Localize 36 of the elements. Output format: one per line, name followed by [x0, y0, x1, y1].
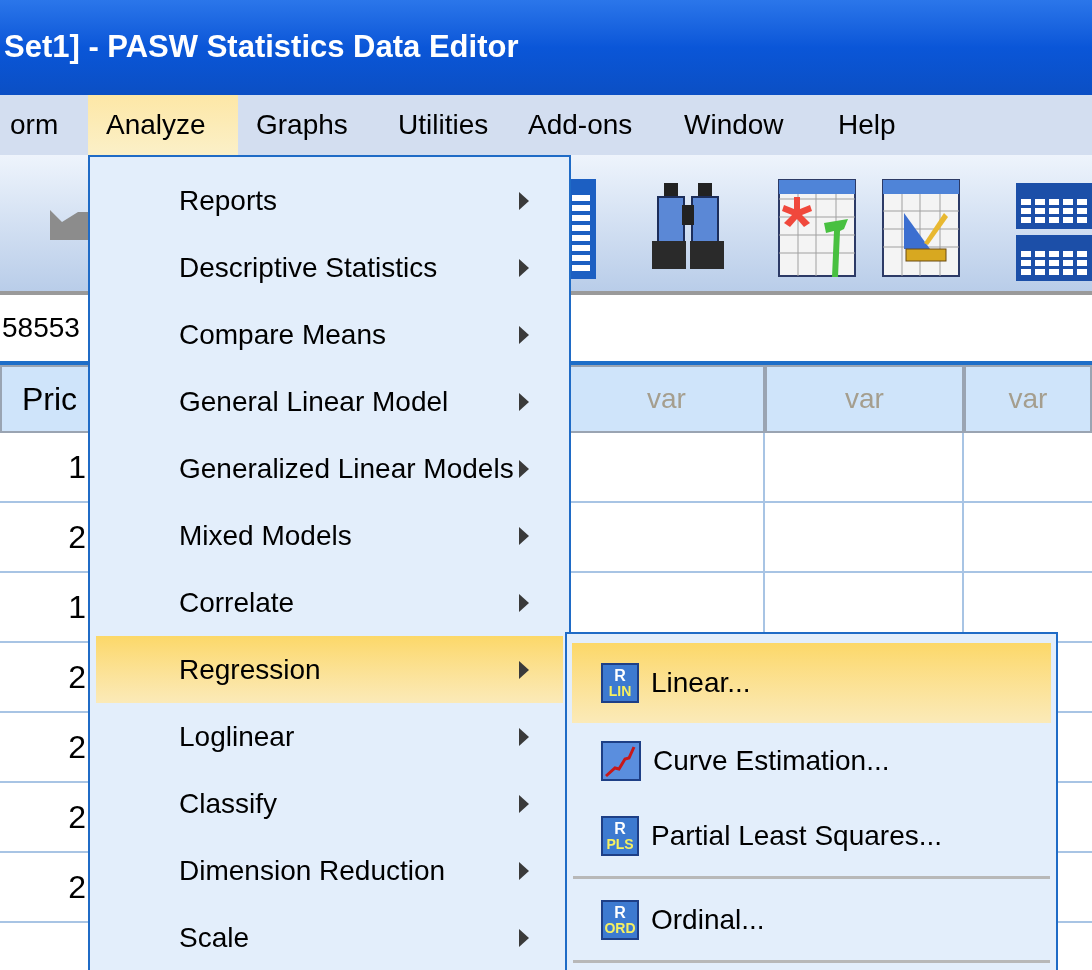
menu-option[interactable]: Regression — [96, 636, 563, 703]
variable-view-icon[interactable] — [882, 179, 960, 279]
menu-item[interactable]: Utilities — [380, 95, 510, 155]
menu-option[interactable]: Correlate — [96, 569, 563, 636]
regression-icon: R LIN — [601, 663, 639, 703]
menu-option[interactable]: R PLS Partial Least Squares... — [572, 798, 1051, 873]
menu-item[interactable]: Graphs — [238, 95, 380, 155]
window-title: Set1] - PASW Statistics Data Editor — [4, 28, 519, 67]
menu-item[interactable]: Add-ons — [510, 95, 666, 155]
column-header: var — [765, 365, 964, 433]
cell-value: 58553 — [1, 311, 80, 345]
menu-option[interactable]: Generalized Linear Models — [96, 435, 563, 502]
column-header: Pric — [0, 365, 90, 433]
menu-option[interactable]: Mixed Models — [96, 502, 563, 569]
column-header: var — [964, 365, 1092, 433]
menu-item[interactable]: Analyze — [88, 95, 238, 155]
regression-icon: R ORD — [601, 899, 639, 940]
split-tables-icon[interactable] — [1016, 183, 1092, 281]
menu-option[interactable]: Compare Means — [96, 301, 563, 368]
menu-item[interactable]: orm — [0, 95, 88, 155]
menu-option[interactable]: Descriptive Statistics — [96, 234, 563, 301]
menu-option[interactable]: Reports — [96, 167, 563, 234]
menu-item[interactable]: Window — [666, 95, 820, 155]
curve-chart-icon — [601, 740, 641, 781]
regression-icon: R PLS — [601, 815, 639, 856]
menu-option[interactable]: Dimension Reduction — [96, 837, 563, 904]
menu-option[interactable]: Classify — [96, 770, 563, 837]
binoculars-icon[interactable] — [652, 183, 724, 269]
menu-option[interactable]: R LIN Linear... — [572, 643, 1051, 723]
menu-option[interactable]: General Linear Model — [96, 368, 563, 435]
menu-option[interactable]: Loglinear — [96, 703, 563, 770]
menu-option[interactable]: Curve Estimation... — [572, 723, 1051, 798]
menu-item[interactable]: Help — [820, 95, 920, 155]
insert-row-icon[interactable] — [778, 179, 856, 279]
column-header: var — [568, 365, 765, 433]
menu-option[interactable]: Scale — [96, 904, 563, 970]
